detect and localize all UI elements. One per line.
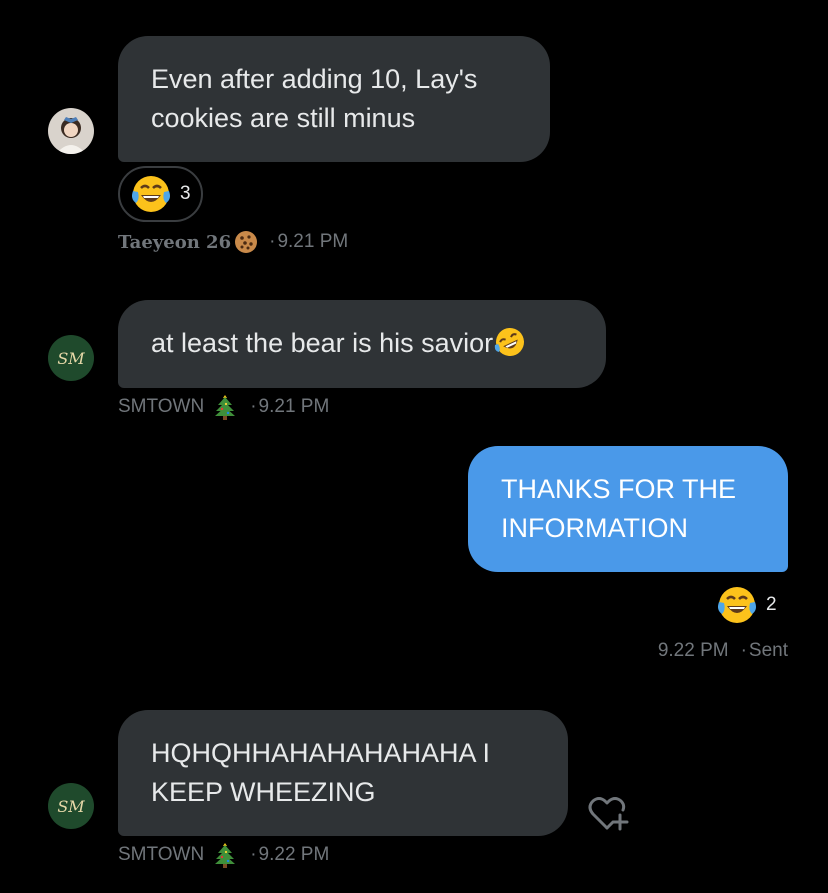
sender-name[interactable]: Taeyeon 26 (118, 232, 231, 253)
meta-separator: · (250, 844, 257, 865)
rofl-icon (493, 327, 527, 358)
timestamp: 9.22 PM (657, 640, 729, 661)
message-bubble-incoming[interactable]: at least the bear is his savior (118, 300, 606, 388)
timestamp: 9.21 PM (277, 231, 349, 252)
meta-separator: · (269, 231, 276, 252)
avatar-smtown[interactable]: SM (48, 335, 94, 381)
cookie-icon (233, 229, 259, 255)
message-text: THANKS FOR THE INFORMATION (501, 474, 737, 543)
meta-separator: · (250, 396, 257, 417)
timestamp: 9.21 PM (258, 396, 330, 417)
message-text: Even after adding 10, Lay's cookies are … (151, 64, 478, 133)
reaction-count: 3 (180, 183, 191, 204)
avatar-smtown[interactable]: SM (48, 783, 94, 829)
message-meta: 9.22 PM · Sent (658, 640, 788, 662)
reaction-pill[interactable]: 3 (118, 166, 203, 222)
message-meta: SMTOWN · 9.21 PM (118, 394, 329, 420)
dm-conversation: Even after adding 10, Lay's cookies are … (0, 0, 828, 893)
message-meta: Taeyeon 26 · 9.21 PM (118, 229, 348, 255)
message-bubble-outgoing[interactable]: THANKS FOR THE INFORMATION (468, 446, 788, 572)
avatar-taeyeon[interactable] (48, 108, 94, 154)
message-bubble-incoming[interactable]: Even after adding 10, Lay's cookies are … (118, 36, 550, 162)
message-text: HQHQHHAHAHAHAHAHA I KEEP WHEEZING (151, 738, 491, 807)
add-reaction-heart-icon[interactable] (586, 795, 630, 833)
tears-of-joy-icon (130, 173, 172, 215)
svg-text:SM: SM (57, 797, 85, 816)
meta-separator: · (740, 640, 747, 661)
tears-of-joy-icon (716, 584, 758, 626)
message-text: at least the bear is his savior (151, 328, 494, 358)
sender-name[interactable]: SMTOWN (118, 844, 204, 866)
christmas-tree-icon (214, 842, 236, 868)
sender-name[interactable]: SMTOWN (118, 396, 204, 418)
reaction-count: 2 (766, 594, 777, 615)
message-bubble-incoming[interactable]: HQHQHHAHAHAHAHAHA I KEEP WHEEZING (118, 710, 568, 836)
reaction-pill[interactable]: 2 (716, 583, 777, 627)
timestamp: 9.22 PM (258, 844, 330, 865)
christmas-tree-icon (214, 394, 236, 420)
delivery-status: Sent (748, 640, 788, 661)
message-meta: SMTOWN · 9.22 PM (118, 842, 329, 868)
svg-text:SM: SM (57, 349, 85, 368)
